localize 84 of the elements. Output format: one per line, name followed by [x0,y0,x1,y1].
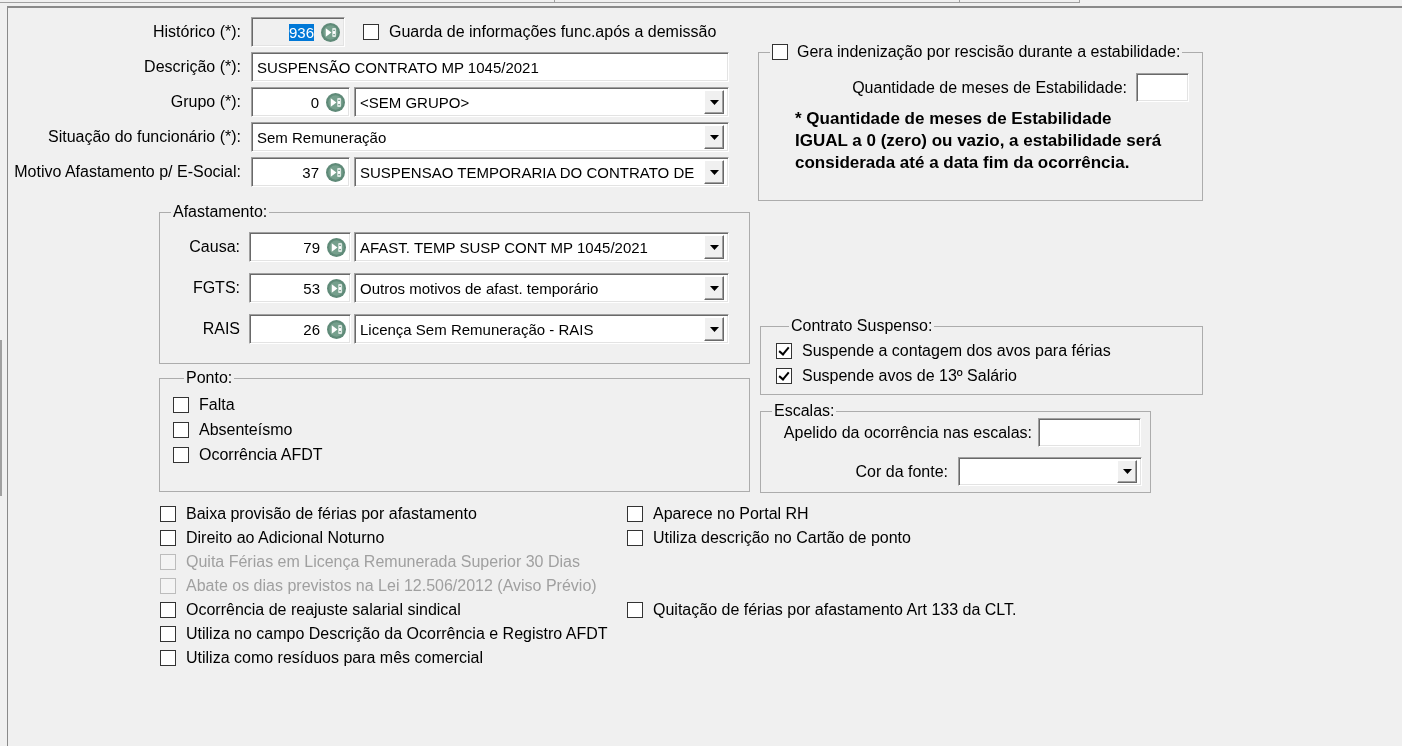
dropdown-field[interactable]: SUSPENSAO TEMPORARIA DO CONTRATO DE [354,157,729,187]
caret-down-icon [709,169,719,175]
dropdown-button[interactable] [704,317,724,341]
text-field[interactable] [1038,418,1141,447]
checkbox[interactable] [173,397,189,413]
code-field[interactable]: 37 [251,157,350,187]
checkbox-label: Quitação de férias por afastamento Art 133 da CLT. [653,601,1017,619]
field-label: Causa: [189,238,240,256]
code-field[interactable]: 53 [249,273,351,303]
checkbox[interactable] [772,44,788,60]
dropdown-field[interactable]: Sem Remuneração [251,122,729,152]
checkbox[interactable] [173,447,189,463]
checkbox-label: Utiliza como resíduos para mês comercial [186,649,483,667]
group-title: Contrato Suspenso: [791,317,933,335]
code-field[interactable]: 0 [251,87,350,117]
dropdown-button[interactable] [704,160,724,184]
checkbox-label: Suspende avos de 13º Salário [802,367,1017,385]
dropdown-field[interactable]: Outros motivos de afast. temporário [354,273,729,303]
note-text: * Quantidade de meses de Estabilidade IGUAL a 0 (zero) ou vazio, a estabilidade será considerada até a data fim da ocorrência. [795,108,1163,174]
field-label: Grupo (*): [170,93,241,111]
play-circle-icon[interactable] [326,92,345,112]
code-field[interactable]: 79 [249,232,351,262]
checkbox-label: Abate os dias previstos na Lei 12.506/2012 (Aviso Prévio) [186,577,597,595]
checkbox[interactable] [160,530,176,546]
dropdown-field[interactable]: AFAST. TEMP SUSP CONT MP 1045/2021 [354,232,729,262]
checkbox-label: Falta [199,396,235,414]
checkbox[interactable] [627,506,643,522]
caret-down-icon [709,134,719,140]
dropdown-field[interactable] [958,457,1142,486]
code-field[interactable]: 936 [251,17,345,47]
play-circle-icon[interactable] [326,162,345,182]
field-label: Quantidade de meses de Estabilidade: [852,78,1127,97]
checkbox[interactable] [160,506,176,522]
group-title: Afastamento: [173,203,268,221]
caret-down-icon [709,244,719,250]
dropdown-button[interactable] [704,125,724,149]
field-label: Motivo Afastamento p/ E-Social: [14,163,241,181]
group-title: Escalas: [774,402,835,420]
field-label: RAIS [202,320,240,338]
group-title: Ponto: [186,369,233,387]
checkbox-label: Absenteísmo [199,421,293,439]
play-circle-icon[interactable] [327,319,346,339]
dropdown-button[interactable] [704,276,724,300]
checkbox[interactable] [627,602,643,618]
checkbox[interactable] [776,368,792,384]
dropdown-button[interactable] [704,90,724,114]
checkbox[interactable] [627,530,643,546]
play-circle-icon[interactable] [327,278,346,298]
field-label: Apelido da ocorrência nas escalas: [783,423,1032,442]
field-label: Descrição (*): [144,58,241,76]
caret-down-icon [709,285,719,291]
field-label: Cor da fonte: [855,462,948,481]
caret-down-icon [709,99,719,105]
dropdown-field[interactable]: <SEM GRUPO> [354,87,729,117]
checkbox-label: Guarda de informações func.após a demissão [389,23,717,41]
code-field[interactable]: 26 [249,314,351,344]
text-field[interactable] [1136,73,1189,102]
checkbox[interactable] [776,343,792,359]
checkbox-label: Baixa provisão de férias por afastamento [186,505,477,523]
text-field[interactable]: SUSPENSÃO CONTRATO MP 1045/2021 [251,52,729,82]
checkbox[interactable] [160,626,176,642]
dropdown-field[interactable]: Licença Sem Remuneração - RAIS [354,314,729,344]
checkbox-label: Utiliza no campo Descrição da Ocorrência e Registro AFDT [186,625,608,643]
play-circle-icon[interactable] [327,237,346,257]
caret-down-icon [709,326,719,332]
field-label: Situação do funcionário (*): [48,128,241,146]
dropdown-button[interactable] [1117,460,1137,483]
checkbox-label: Suspende a contagem dos avos para férias [802,342,1111,360]
checkbox-label: Gera indenização por rescisão durante a estabilidade: [797,43,1181,61]
field-label: Histórico (*): [153,23,241,41]
checkbox-label: Ocorrência AFDT [199,446,323,464]
caret-down-icon [1122,469,1132,474]
dropdown-button[interactable] [704,235,724,259]
checkbox-label: Aparece no Portal RH [653,505,809,523]
checkbox-label: Utiliza descrição no Cartão de ponto [653,529,911,547]
play-circle-icon[interactable] [321,22,340,42]
checkbox-label: Direito ao Adicional Noturno [186,529,385,547]
checkbox[interactable] [160,650,176,666]
checkbox[interactable] [173,422,189,438]
checkbox-label: Quita Férias em Licença Remunerada Superior 30 Dias [186,553,580,571]
checkbox-label: Ocorrência de reajuste salarial sindical [186,601,461,619]
field-label: FGTS: [192,279,240,297]
checkbox[interactable] [160,602,176,618]
checkbox[interactable] [363,24,379,40]
